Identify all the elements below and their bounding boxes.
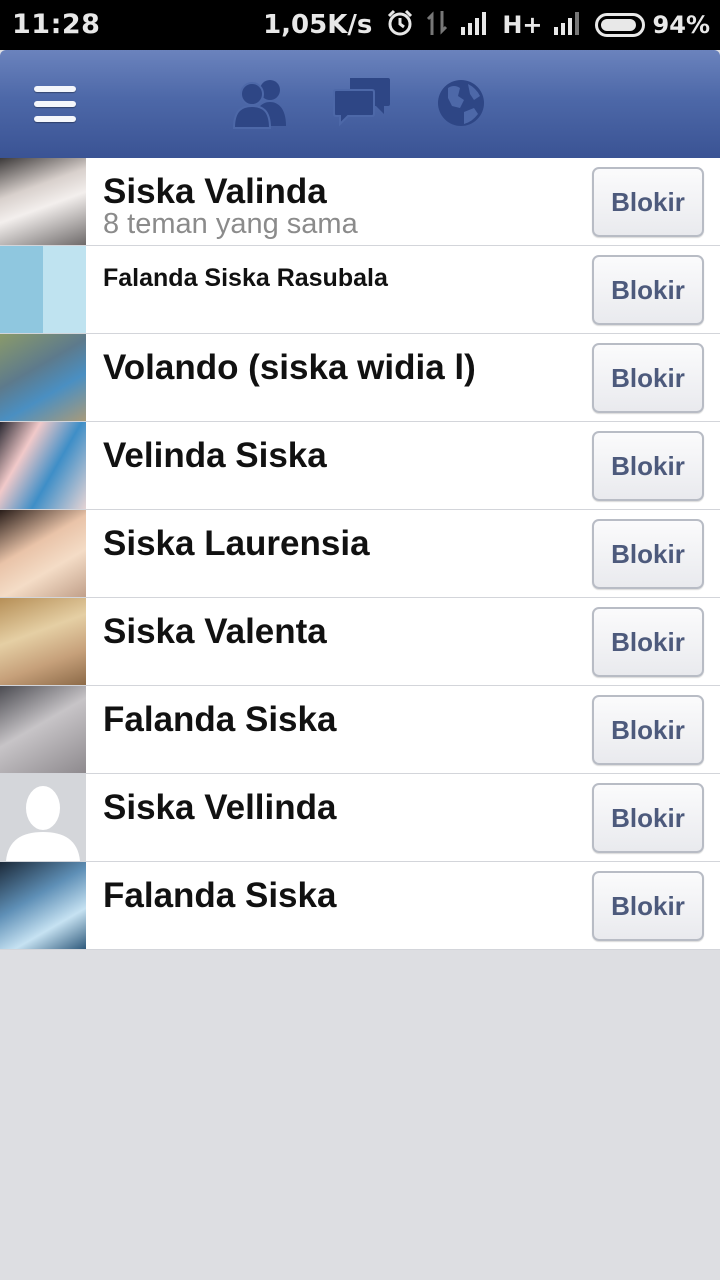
people-list: Siska Valinda 8 teman yang sama Blokir Fala… [0,158,720,950]
person-name[interactable]: Falanda Siska [103,876,336,916]
person-name[interactable]: Falanda Siska Rasubala [103,264,388,293]
mutual-friends-text: 8 teman yang sama [103,208,358,240]
status-time: 11:28 [12,9,101,40]
person-name[interactable]: Siska Laurensia [103,524,370,564]
block-button[interactable]: Blokir [592,167,704,237]
person-name[interactable]: Siska Valenta [103,612,327,652]
signal-icon [553,11,583,39]
list-item[interactable]: Falanda Siska Blokir [0,862,720,950]
avatar[interactable] [0,686,86,773]
avatar[interactable] [0,510,86,597]
block-button[interactable]: Blokir [592,695,704,765]
avatar[interactable] [0,334,86,421]
avatar[interactable] [0,422,86,509]
list-item[interactable]: Volando (siska widia l) Blokir [0,334,720,422]
avatar[interactable] [0,774,86,861]
block-button[interactable]: Blokir [592,871,704,941]
person-name[interactable]: Falanda Siska [103,700,336,740]
block-button[interactable]: Blokir [592,255,704,325]
data-transfer-icon [426,9,448,41]
block-button[interactable]: Blokir [592,343,704,413]
person-name[interactable]: Volando (siska widia l) [103,348,476,388]
network-speed: 1,05K/s [263,10,373,40]
status-indicators: 1,05K/s H+ 94% [263,0,710,50]
menu-icon[interactable] [20,72,90,136]
network-type: H+ [502,11,543,39]
list-item[interactable]: Siska Valenta Blokir [0,598,720,686]
signal-icon [460,11,490,39]
avatar[interactable] [0,598,86,685]
block-button[interactable]: Blokir [592,783,704,853]
list-item[interactable]: Siska Vellinda Blokir [0,774,720,862]
person-name[interactable]: Siska Valinda [103,172,327,212]
messages-icon[interactable] [332,74,394,132]
alarm-icon [386,9,414,41]
list-item[interactable]: Siska Valinda 8 teman yang sama Blokir [0,158,720,246]
list-item[interactable]: Falanda Siska Rasubala Blokir [0,246,720,334]
status-bar: 11:28 1,05K/s H+ 94% [0,0,720,50]
block-button[interactable]: Blokir [592,519,704,589]
block-button[interactable]: Blokir [592,431,704,501]
avatar[interactable] [0,862,86,949]
list-item[interactable]: Siska Laurensia Blokir [0,510,720,598]
avatar[interactable] [0,246,86,333]
list-item[interactable]: Falanda Siska Blokir [0,686,720,774]
person-name[interactable]: Siska Vellinda [103,788,336,828]
person-name[interactable]: Velinda Siska [103,436,327,476]
friend-requests-icon[interactable] [230,74,292,132]
battery-icon [594,13,645,37]
list-item[interactable]: Velinda Siska Blokir [0,422,720,510]
battery-percent: 94% [652,11,710,39]
top-navigation-bar [0,50,720,160]
notifications-globe-icon[interactable] [434,74,496,132]
block-button[interactable]: Blokir [592,607,704,677]
avatar[interactable] [0,158,86,245]
